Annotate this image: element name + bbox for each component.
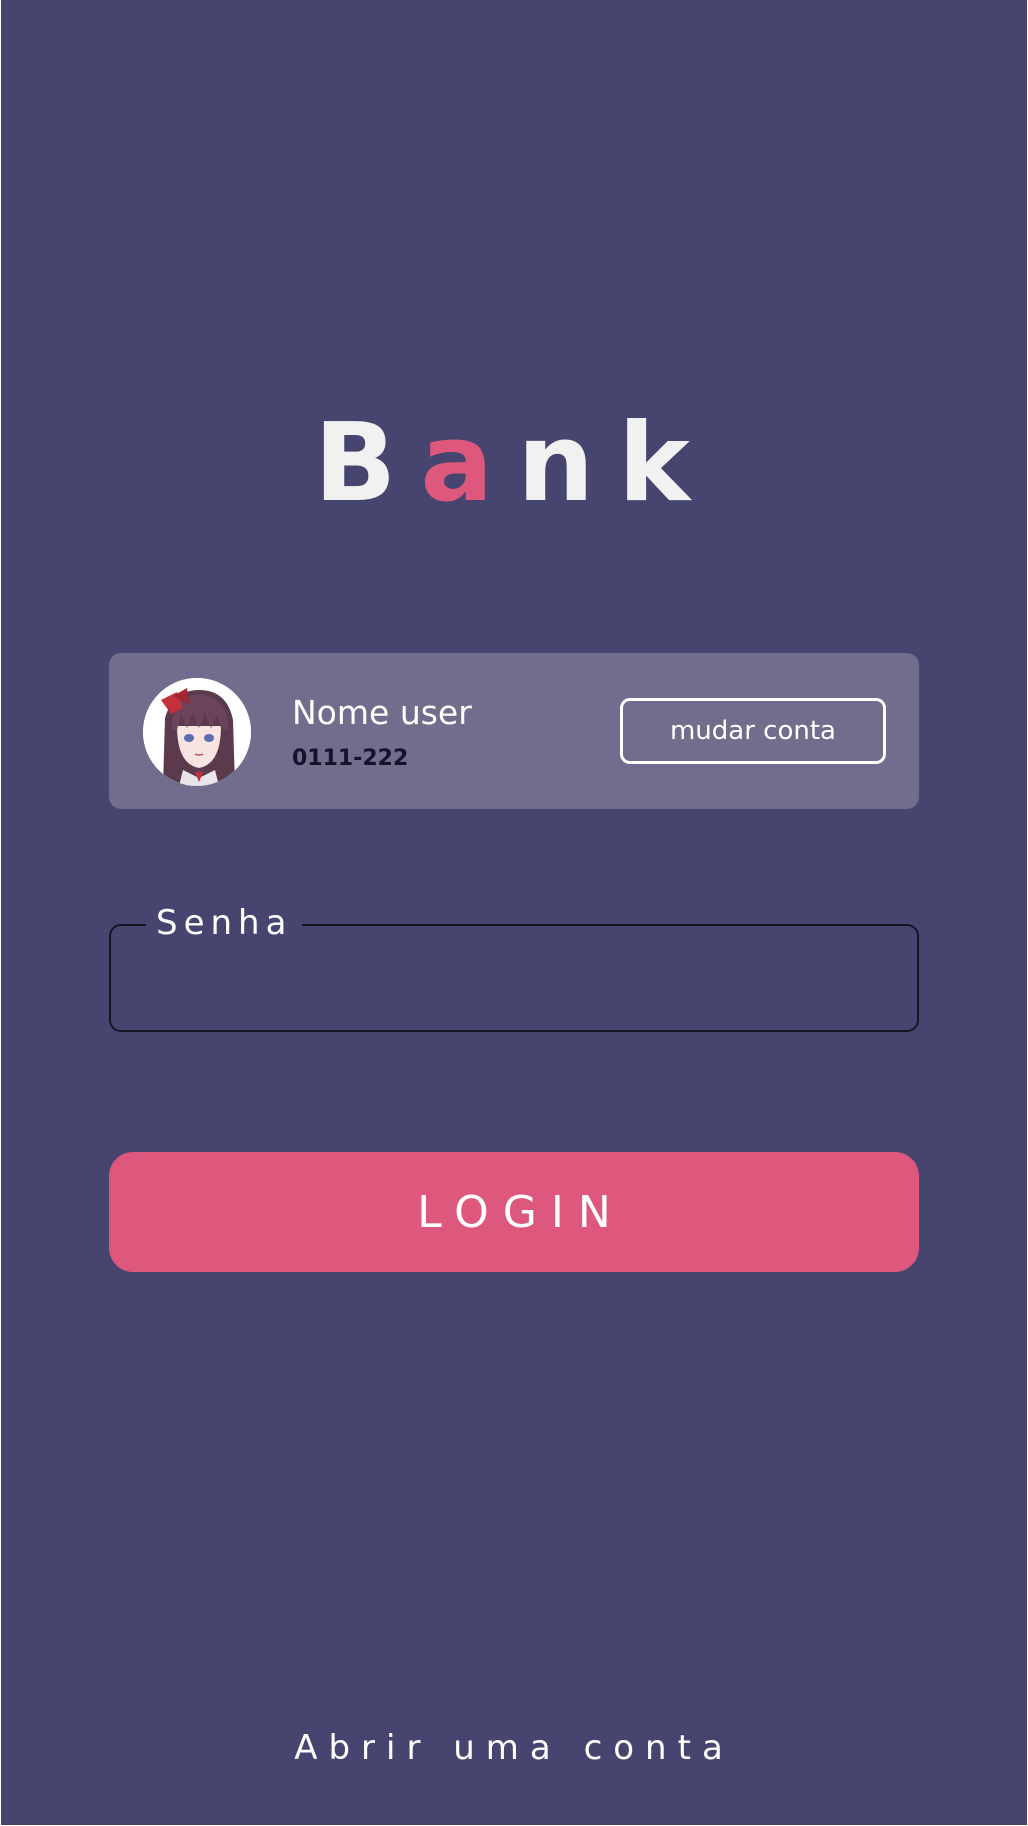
account-number: 0111-222 <box>292 746 409 771</box>
switch-account-button[interactable]: mudar conta <box>620 698 886 764</box>
user-avatar-icon <box>143 678 251 786</box>
password-input[interactable] <box>131 946 895 1012</box>
title-letter-a-accent: a <box>420 401 518 526</box>
user-name: Nome user <box>292 693 472 732</box>
account-card: Nome user 0111-222 mudar conta <box>109 653 919 809</box>
app-logo-title: Bank <box>0 410 1028 518</box>
password-label: Senha <box>146 903 303 943</box>
title-letters-nk: nk <box>517 401 714 526</box>
login-button[interactable]: LOGIN <box>109 1152 919 1272</box>
open-account-link[interactable]: Abrir uma conta <box>0 1728 1028 1768</box>
title-letter-b: B <box>314 401 421 526</box>
